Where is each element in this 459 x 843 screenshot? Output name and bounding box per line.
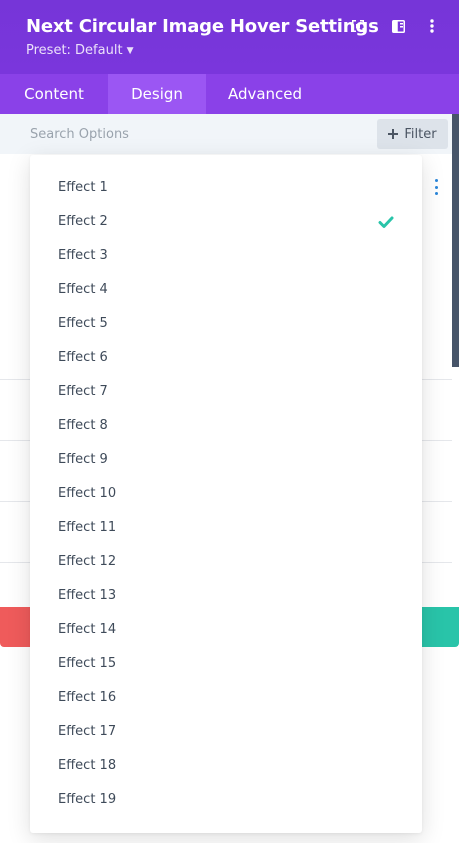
plus-icon [388, 129, 399, 139]
checkmark-icon [378, 216, 394, 228]
option-label: Effect 18 [58, 758, 117, 773]
option-label: Effect 13 [58, 588, 117, 603]
dropdown-option[interactable]: Effect 4 [30, 273, 422, 307]
dropdown-option[interactable]: Effect 6 [30, 341, 422, 375]
option-label: Effect 6 [58, 350, 108, 365]
dropdown-option[interactable]: Effect 14 [30, 613, 422, 647]
dropdown-option[interactable]: Effect 18 [30, 749, 422, 783]
more-vertical-icon[interactable] [422, 16, 442, 36]
dropdown-option[interactable]: Effect 13 [30, 579, 422, 613]
expand-icon[interactable] [348, 16, 368, 36]
search-input[interactable] [16, 120, 356, 148]
option-menu-icon[interactable] [430, 179, 442, 195]
option-label: Effect 2 [58, 214, 108, 229]
tab-bar: Content Design Advanced [0, 74, 459, 114]
option-label: Effect 7 [58, 384, 108, 399]
modal-title: Next Circular Image Hover Settings [26, 16, 379, 37]
sidebar-toggle-icon[interactable] [388, 16, 408, 36]
preset-selector[interactable]: Preset: Default ▼ [26, 43, 133, 58]
option-label: Effect 19 [58, 792, 117, 807]
option-label: Effect 8 [58, 418, 108, 433]
modal-header: Next Circular Image Hover Settings Prese… [0, 0, 459, 74]
tab-content[interactable]: Content [0, 74, 108, 114]
filter-label: Filter [404, 126, 437, 142]
option-label: Effect 4 [58, 282, 108, 297]
scrollbar[interactable] [452, 114, 459, 367]
option-label: Effect 1 [58, 180, 108, 195]
tab-design[interactable]: Design [108, 74, 206, 114]
option-label: Effect 12 [58, 554, 117, 569]
option-label: Effect 9 [58, 452, 108, 467]
dropdown-option-selected[interactable]: Effect 2 [30, 205, 422, 239]
dropdown-option[interactable]: Effect 15 [30, 647, 422, 681]
option-label: Effect 3 [58, 248, 108, 263]
dropdown-option[interactable]: Effect 17 [30, 715, 422, 749]
option-label: Effect 17 [58, 724, 117, 739]
dropdown-option[interactable]: Effect 9 [30, 443, 422, 477]
dropdown-option[interactable]: Effect 11 [30, 511, 422, 545]
option-label: Effect 11 [58, 520, 117, 535]
dropdown-option[interactable]: Effect 5 [30, 307, 422, 341]
dropdown-option[interactable]: Effect 12 [30, 545, 422, 579]
option-label: Effect 10 [58, 486, 117, 501]
settings-modal: Next Circular Image Hover Settings Prese… [0, 0, 459, 843]
filter-button[interactable]: Filter [377, 119, 448, 149]
dropdown-option[interactable]: Effect 3 [30, 239, 422, 273]
dropdown-option[interactable]: Effect 1 [30, 171, 422, 205]
option-label: Effect 15 [58, 656, 117, 671]
dropdown-option[interactable]: Effect 19 [30, 783, 422, 817]
effect-dropdown-list: Effect 1 Effect 2 Effect 3 Effect 4 Effe… [30, 155, 422, 833]
option-label: Effect 16 [58, 690, 117, 705]
dropdown-option[interactable]: Effect 16 [30, 681, 422, 715]
dropdown-option[interactable]: Effect 7 [30, 375, 422, 409]
caret-down-icon: ▼ [126, 46, 134, 56]
preset-label: Preset: Default [26, 43, 123, 58]
search-bar: Filter [0, 114, 452, 154]
option-label: Effect 14 [58, 622, 117, 637]
tab-advanced[interactable]: Advanced [206, 74, 324, 114]
option-label: Effect 5 [58, 316, 108, 331]
dropdown-option[interactable]: Effect 10 [30, 477, 422, 511]
dropdown-option[interactable]: Effect 8 [30, 409, 422, 443]
